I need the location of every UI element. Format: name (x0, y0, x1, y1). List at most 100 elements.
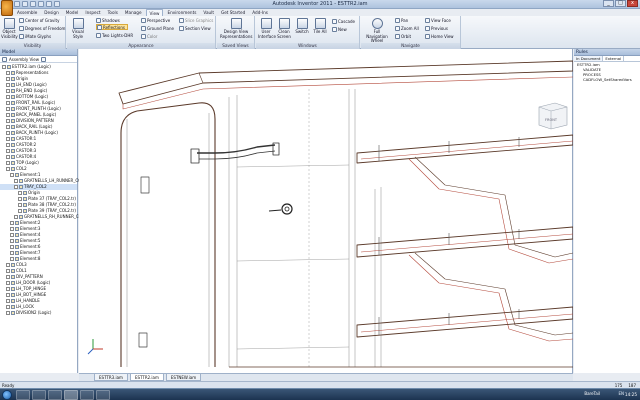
slice-graphics-button[interactable]: Slice Graphics (179, 17, 213, 23)
tile-all-button[interactable]: Tile All (312, 18, 328, 35)
expand-toggle-icon[interactable] (6, 125, 10, 129)
expand-toggle-icon[interactable] (6, 293, 10, 297)
tab-environments[interactable]: Environments (164, 9, 199, 16)
rule-item[interactable]: CADFLOW_SetSharedVars (574, 77, 640, 82)
object-visibility-button[interactable]: Object Visibility (1, 18, 18, 39)
taskbar-app-media[interactable] (48, 390, 62, 400)
degrees-of-freedom-button[interactable]: Degrees of Freedom (19, 25, 65, 31)
expand-toggle-icon[interactable] (6, 311, 10, 315)
expand-toggle-icon[interactable] (6, 77, 10, 81)
shadows-button[interactable]: Shadows (96, 17, 120, 23)
expand-toggle-icon[interactable] (6, 167, 10, 171)
center-of-gravity-button[interactable]: Center of Gravity (19, 17, 59, 23)
expand-toggle-icon[interactable] (6, 131, 10, 135)
new-icon[interactable] (14, 1, 20, 7)
switch-button[interactable]: Switch (294, 18, 310, 35)
user-interface-button[interactable]: User Interface (258, 18, 276, 39)
expand-toggle-icon[interactable] (18, 191, 22, 195)
system-tray[interactable]: EN (618, 391, 624, 396)
previous-view-button[interactable]: Previous (425, 25, 448, 31)
expand-toggle-icon[interactable] (6, 299, 10, 303)
reflections-button[interactable]: Reflections (96, 24, 128, 30)
ground-plane-button[interactable]: Ground Plane (141, 25, 174, 31)
expand-toggle-icon[interactable] (6, 287, 10, 291)
tab-get-started[interactable]: Get Started (218, 9, 248, 16)
update-icon[interactable] (54, 1, 60, 7)
expand-toggle-icon[interactable] (6, 83, 10, 87)
expand-toggle-icon[interactable] (18, 203, 22, 207)
start-button[interactable] (2, 390, 12, 400)
clock[interactable]: 14:25 (625, 392, 637, 397)
expand-toggle-icon[interactable] (10, 221, 14, 225)
design-view-button[interactable]: Design View Representations (220, 18, 252, 39)
taskbar-app-explorer[interactable] (32, 390, 46, 400)
open-icon[interactable] (22, 1, 28, 7)
expand-toggle-icon[interactable] (6, 275, 10, 279)
expand-toggle-icon[interactable] (6, 89, 10, 93)
expand-toggle-icon[interactable] (18, 197, 22, 201)
perspective-button[interactable]: Perspective (141, 17, 170, 23)
filter-icon[interactable] (2, 56, 7, 62)
expand-toggle-icon[interactable] (6, 101, 10, 105)
cascade-button[interactable]: Cascade (332, 18, 355, 24)
expand-toggle-icon[interactable] (6, 107, 10, 111)
orbit-button[interactable]: Orbit (395, 33, 411, 39)
doc-tab-esttr2[interactable]: ESTTR2.iam (129, 374, 164, 381)
expand-toggle-icon[interactable] (6, 305, 10, 309)
expand-toggle-icon[interactable] (6, 113, 10, 117)
clean-screen-button[interactable]: Clean Screen (276, 18, 292, 39)
application-menu-button[interactable] (1, 0, 13, 16)
color-dropdown[interactable]: Color (141, 33, 157, 39)
expand-toggle-icon[interactable] (10, 233, 14, 237)
tab-design[interactable]: Design (41, 9, 61, 16)
tab-external[interactable]: External (603, 56, 625, 61)
minimize-button[interactable]: _ (603, 0, 614, 7)
view-face-button[interactable]: View Face (425, 17, 451, 23)
visual-style-button[interactable]: Visual Style (70, 18, 86, 39)
close-button[interactable]: x (627, 0, 638, 7)
taskbar-app-ie[interactable] (16, 390, 30, 400)
expand-toggle-icon[interactable] (6, 119, 10, 123)
home-view-button[interactable]: Home View (425, 33, 454, 39)
expand-toggle-icon[interactable] (10, 245, 14, 249)
doc-tab-estnew[interactable]: ESTNEW.iam (165, 374, 202, 381)
expand-toggle-icon[interactable] (6, 155, 10, 159)
expand-toggle-icon[interactable] (6, 269, 10, 273)
pan-button[interactable]: Pan (395, 17, 408, 23)
tab-view[interactable]: View (145, 9, 164, 16)
zoom-all-button[interactable]: Zoom All (395, 25, 419, 31)
tab-tools[interactable]: Tools (105, 9, 121, 16)
expand-toggle-icon[interactable] (6, 281, 10, 285)
expand-toggle-icon[interactable] (6, 149, 10, 153)
expand-toggle-icon[interactable] (6, 161, 10, 165)
expand-toggle-icon[interactable] (14, 185, 18, 189)
expand-toggle-icon[interactable] (14, 215, 18, 219)
expand-toggle-icon[interactable] (6, 95, 10, 99)
taskbar-language[interactable]: BareTail (584, 391, 600, 396)
tab-vault[interactable]: Vault (200, 9, 217, 16)
assembly-view-dropdown[interactable]: Assembly View (9, 57, 39, 62)
tab-model[interactable]: Model (63, 9, 82, 16)
expand-toggle-icon[interactable] (6, 143, 10, 147)
new-window-button[interactable]: New (332, 26, 347, 32)
taskbar-app-notes[interactable] (96, 390, 110, 400)
taskbar-app-inventor[interactable] (64, 390, 78, 400)
tab-assemble[interactable]: Assemble (14, 9, 40, 16)
expand-toggle-icon[interactable] (6, 137, 10, 141)
full-navigation-wheel-button[interactable]: Full Navigation Wheel (363, 18, 391, 44)
expand-toggle-icon[interactable] (10, 227, 14, 231)
expand-toggle-icon[interactable] (10, 173, 14, 177)
tab-in-document[interactable]: In Document (574, 56, 604, 61)
search-icon[interactable] (41, 56, 47, 62)
expand-toggle-icon[interactable] (14, 179, 18, 183)
graphics-viewport[interactable]: FRONT (79, 49, 573, 373)
imate-glyphs-button[interactable]: iMate Glyphs (19, 33, 51, 39)
taskbar-app-mail[interactable] (80, 390, 94, 400)
expand-toggle-icon[interactable] (6, 71, 10, 75)
save-icon[interactable] (30, 1, 36, 7)
maximize-button[interactable]: □ (615, 0, 626, 7)
view-cube[interactable]: FRONT (538, 102, 568, 130)
doc-tab-esttr3[interactable]: ESTTR3.iam (94, 374, 128, 381)
expand-toggle-icon[interactable] (10, 257, 14, 261)
expand-toggle-icon[interactable] (2, 65, 6, 69)
